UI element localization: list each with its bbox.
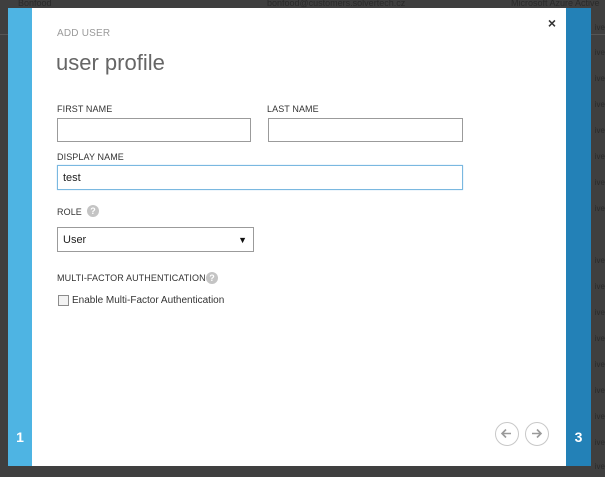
background-row-suffix: ive: [594, 282, 605, 291]
mfa-checkbox-label[interactable]: Enable Multi-Factor Authentication: [72, 295, 224, 306]
next-button[interactable]: [525, 422, 549, 446]
background-row-email: bonfood@customers.solvertech.cz: [267, 0, 406, 8]
mfa-checkbox[interactable]: [58, 295, 69, 306]
close-icon[interactable]: ×: [548, 16, 556, 30]
background-row-suffix: ive: [594, 74, 605, 83]
background-row-suffix: ive: [594, 100, 605, 109]
background-row-suffix: ive: [594, 386, 605, 395]
dialog-subtitle: ADD USER: [57, 28, 111, 39]
wizard-step-number: 3: [574, 429, 583, 445]
last-name-field[interactable]: [268, 118, 463, 142]
role-select[interactable]: User ▼: [57, 227, 254, 252]
background-row-suffix: ive: [594, 256, 605, 265]
background-row-suffix: ive: [594, 438, 605, 447]
add-user-dialog: × ADD USER user profile FIRST NAME LAST …: [32, 8, 566, 466]
first-name-label: FIRST NAME: [57, 104, 113, 114]
mfa-label: MULTI-FACTOR AUTHENTICATION: [57, 273, 206, 283]
background-row-source: Microsoft Azure Active: [511, 0, 600, 8]
background-row-suffix: ive: [594, 412, 605, 421]
display-name-label: DISPLAY NAME: [57, 152, 124, 162]
background-row-suffix: ive: [594, 334, 605, 343]
background-row-suffix: ive: [594, 126, 605, 135]
role-select-value: User: [63, 234, 87, 246]
background-row-suffix: ive: [594, 48, 605, 57]
background-row-suffix: ive: [594, 308, 605, 317]
previous-button[interactable]: [495, 422, 519, 446]
background-row-suffix: ive: [594, 204, 605, 213]
arrow-right-icon: [532, 428, 543, 439]
chevron-down-icon: ▼: [238, 235, 247, 245]
background-row-suffix: ive: [594, 462, 605, 471]
wizard-step-number: 1: [16, 429, 24, 445]
background-row-name: Bonfood: [18, 0, 52, 8]
arrow-left-icon: [500, 428, 511, 439]
last-name-label: LAST NAME: [267, 104, 319, 114]
wizard-step-previous[interactable]: 1: [8, 8, 32, 466]
wizard-step-next[interactable]: 3: [566, 8, 591, 466]
role-label: ROLE: [57, 207, 82, 217]
help-icon[interactable]: ?: [206, 272, 218, 284]
screen: Bonfood bonfood@customers.solvertech.cz …: [0, 0, 605, 477]
page-title: user profile: [56, 50, 165, 75]
background-row-suffix: ive: [594, 23, 605, 32]
display-name-field[interactable]: [57, 165, 463, 190]
background-row-suffix: ive: [594, 360, 605, 369]
help-icon[interactable]: ?: [87, 205, 99, 217]
background-row-suffix: ive: [594, 152, 605, 161]
background-row-suffix: ive: [594, 178, 605, 187]
first-name-field[interactable]: [57, 118, 251, 142]
